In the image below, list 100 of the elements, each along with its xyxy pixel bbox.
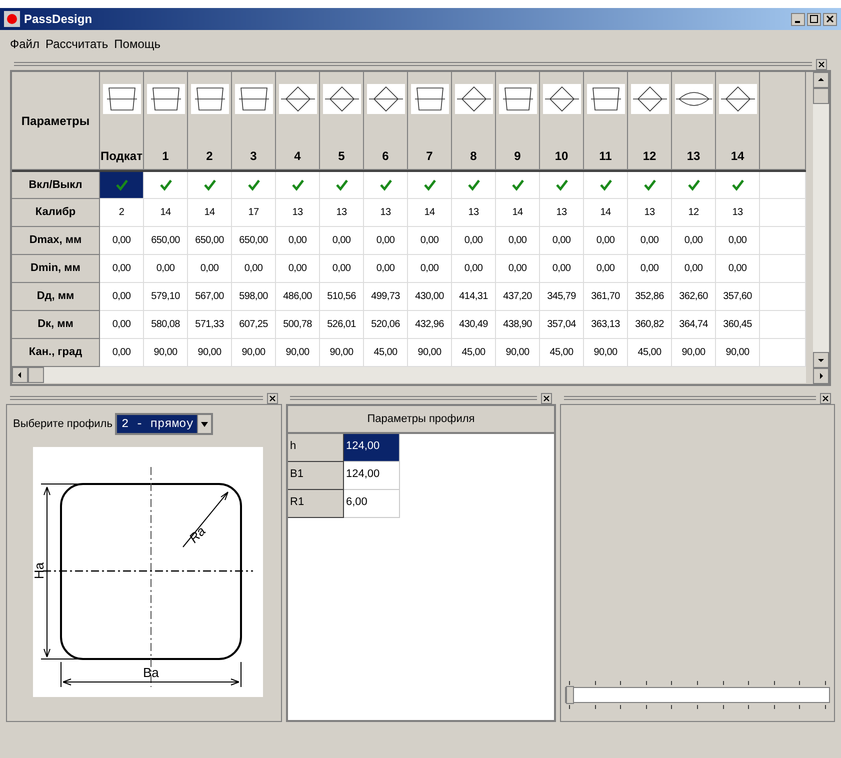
row-header: Dд, мм bbox=[12, 283, 100, 311]
table-cell: 13 bbox=[716, 199, 760, 227]
table-cell: 520,06 bbox=[364, 311, 408, 339]
table-cell: 0,00 bbox=[452, 227, 496, 255]
table-cell: 45,00 bbox=[628, 339, 672, 367]
table-cell: 45,00 bbox=[540, 339, 584, 367]
checkmark-icon[interactable] bbox=[204, 179, 216, 191]
row-header: Dmax, мм bbox=[12, 227, 100, 255]
column-header[interactable]: 3 bbox=[232, 72, 276, 170]
row-header: Dк, мм bbox=[12, 311, 100, 339]
row-header: Кан., град bbox=[12, 339, 100, 367]
table-cell: 364,74 bbox=[672, 311, 716, 339]
close-icon[interactable] bbox=[823, 12, 837, 26]
table-cell: 360,82 bbox=[628, 311, 672, 339]
table-cell: 13 bbox=[320, 199, 364, 227]
table-cell: 13 bbox=[364, 199, 408, 227]
column-header[interactable]: 9 bbox=[496, 72, 540, 170]
table-cell: 13 bbox=[452, 199, 496, 227]
profile-thumbnail-icon bbox=[366, 84, 404, 114]
menu-item[interactable]: Файл bbox=[10, 35, 40, 53]
menu-item[interactable]: Помощь bbox=[114, 35, 160, 53]
table-cell: 650,00 bbox=[188, 227, 232, 255]
close-icon[interactable] bbox=[820, 392, 831, 404]
table-cell: 90,00 bbox=[408, 339, 452, 367]
table-cell: 14 bbox=[584, 199, 628, 227]
profile-thumbnail-icon bbox=[630, 84, 668, 114]
slider-track[interactable] bbox=[565, 687, 830, 703]
column-header[interactable]: 8 bbox=[452, 72, 496, 170]
param-value[interactable]: 124,00 bbox=[344, 434, 400, 462]
column-header[interactable]: Подкат bbox=[100, 72, 144, 170]
checkmark-icon[interactable] bbox=[556, 179, 568, 191]
row-header: Калибр bbox=[12, 199, 100, 227]
table-cell: 0,00 bbox=[232, 255, 276, 283]
checkmark-icon[interactable] bbox=[600, 179, 612, 191]
table-cell: 90,00 bbox=[716, 339, 760, 367]
column-header[interactable]: 12 bbox=[628, 72, 672, 170]
column-header[interactable]: 4 bbox=[276, 72, 320, 170]
minimize-icon[interactable] bbox=[791, 12, 805, 26]
column-header[interactable]: 10 bbox=[540, 72, 584, 170]
table-cell: 45,00 bbox=[452, 339, 496, 367]
checkmark-icon[interactable] bbox=[688, 179, 700, 191]
checkmark-icon[interactable] bbox=[468, 179, 480, 191]
table-cell: 571,33 bbox=[188, 311, 232, 339]
param-value[interactable]: 124,00 bbox=[344, 462, 400, 490]
maximize-icon[interactable] bbox=[807, 12, 821, 26]
checkmark-icon[interactable] bbox=[512, 179, 524, 191]
column-header[interactable]: 2 bbox=[188, 72, 232, 170]
checkmark-icon[interactable] bbox=[336, 179, 348, 191]
checkmark-icon[interactable] bbox=[732, 179, 744, 191]
table-cell: 0,00 bbox=[628, 255, 672, 283]
table-cell: 430,00 bbox=[408, 283, 452, 311]
table-cell: 13 bbox=[540, 199, 584, 227]
table-cell: 360,45 bbox=[716, 311, 760, 339]
checkmark-icon[interactable] bbox=[644, 179, 656, 191]
profile-dropdown[interactable]: 2 - прямоу bbox=[115, 413, 214, 435]
column-header[interactable]: 1 bbox=[144, 72, 188, 170]
slider-thumb[interactable] bbox=[566, 686, 574, 704]
scroll-thumb[interactable] bbox=[28, 367, 44, 383]
table-cell: 17 bbox=[232, 199, 276, 227]
menu-item[interactable]: Рассчитать bbox=[46, 35, 108, 53]
scroll-left-icon[interactable] bbox=[17, 372, 23, 378]
checkmark-icon[interactable] bbox=[424, 179, 436, 191]
table-cell: 14 bbox=[408, 199, 452, 227]
table-cell: 0,00 bbox=[540, 227, 584, 255]
column-header[interactable]: 5 bbox=[320, 72, 364, 170]
column-header[interactable]: 7 bbox=[408, 72, 452, 170]
horizontal-scrollbar[interactable] bbox=[12, 367, 806, 383]
scroll-down-icon[interactable] bbox=[818, 357, 824, 363]
dropdown-arrow-icon[interactable] bbox=[201, 422, 208, 426]
param-value[interactable]: 6,00 bbox=[344, 490, 400, 518]
table-cell: 0,00 bbox=[496, 255, 540, 283]
column-header[interactable]: 13 bbox=[672, 72, 716, 170]
checkmark-icon[interactable] bbox=[160, 179, 172, 191]
table-cell: 363,13 bbox=[584, 311, 628, 339]
profile-label: Выберите профиль bbox=[13, 416, 112, 432]
scroll-right-icon[interactable] bbox=[818, 373, 824, 379]
table-cell: 438,90 bbox=[496, 311, 540, 339]
close-icon[interactable] bbox=[816, 58, 827, 70]
table-cell: 352,86 bbox=[628, 283, 672, 311]
checkmark-icon[interactable] bbox=[248, 179, 260, 191]
table-cell: 14 bbox=[496, 199, 540, 227]
checkmark-icon[interactable] bbox=[116, 179, 128, 191]
radius-label: Ra bbox=[184, 522, 210, 548]
checkmark-icon[interactable] bbox=[292, 179, 304, 191]
profile-thumbnail-icon bbox=[102, 84, 140, 114]
scroll-up-icon[interactable] bbox=[818, 77, 824, 83]
table-cell: 0,00 bbox=[144, 255, 188, 283]
close-icon[interactable] bbox=[541, 392, 552, 404]
close-icon[interactable] bbox=[267, 392, 278, 404]
column-header[interactable]: 11 bbox=[584, 72, 628, 170]
table-cell: 90,00 bbox=[188, 339, 232, 367]
vertical-scrollbar[interactable] bbox=[813, 72, 829, 384]
column-header[interactable]: 6 bbox=[364, 72, 408, 170]
checkmark-icon[interactable] bbox=[380, 179, 392, 191]
table-cell: 414,31 bbox=[452, 283, 496, 311]
params-title: Параметры профиля bbox=[288, 406, 554, 434]
scroll-thumb[interactable] bbox=[813, 88, 829, 104]
profile-thumbnail-icon bbox=[674, 84, 712, 114]
column-header[interactable]: 14 bbox=[716, 72, 760, 170]
param-name: h bbox=[288, 434, 344, 462]
